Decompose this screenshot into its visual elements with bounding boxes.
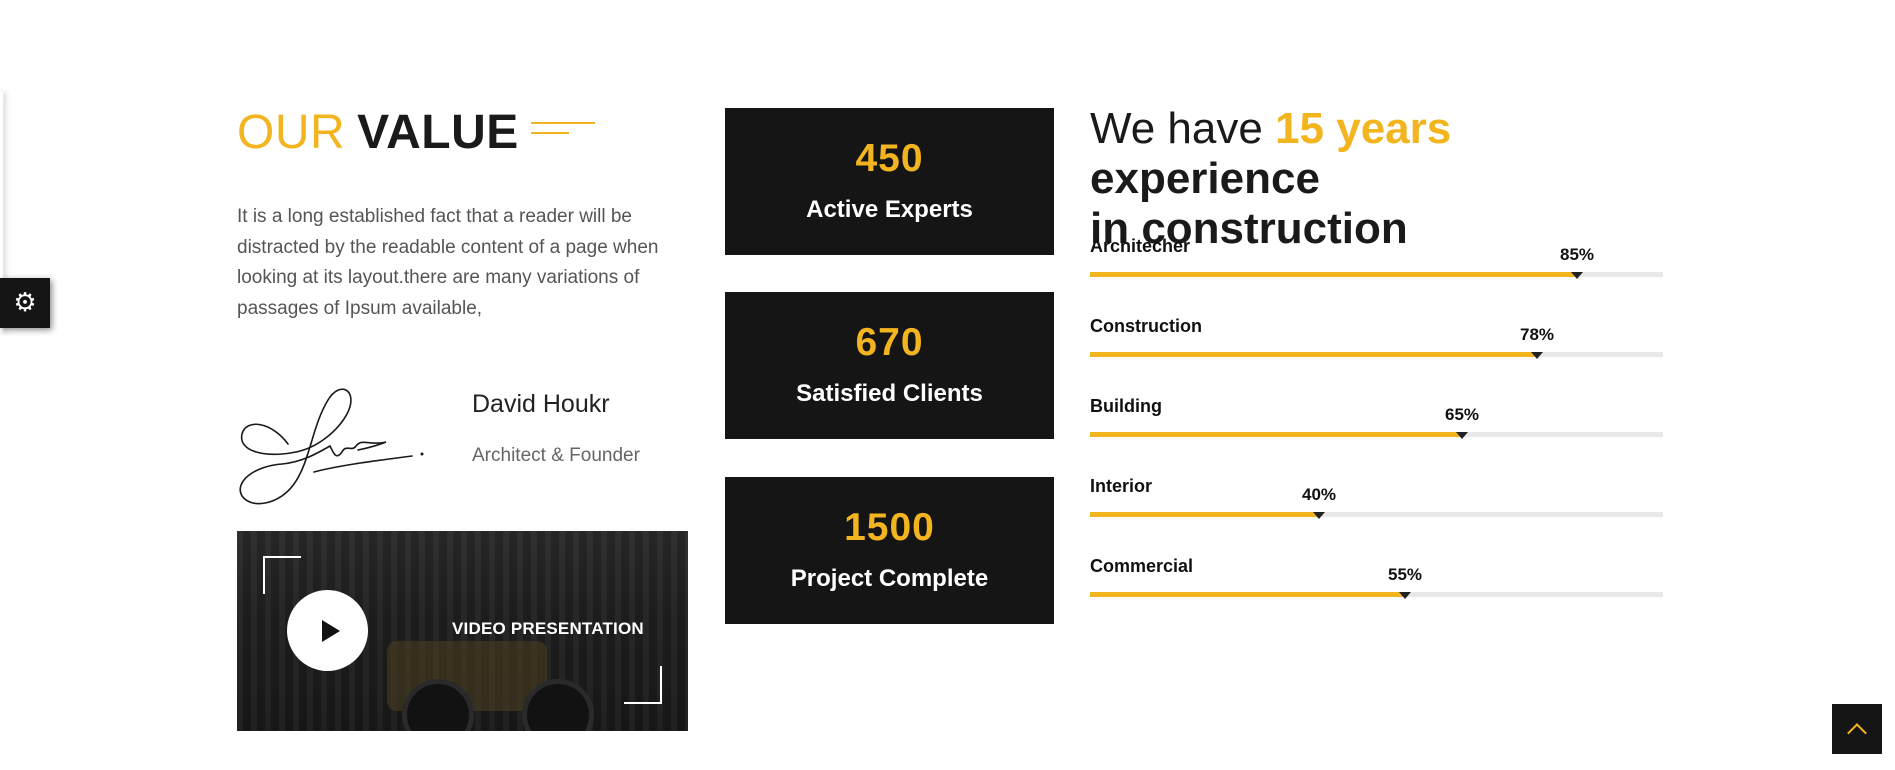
- skill-track: [1090, 432, 1663, 437]
- video-thumbnail[interactable]: VIDEO PRESENTATION: [237, 531, 688, 731]
- skill-name: Architecher: [1090, 236, 1191, 256]
- scroll-to-top-button[interactable]: [1832, 704, 1882, 754]
- signature-image: [239, 388, 424, 505]
- skill-name: Interior: [1090, 476, 1153, 496]
- skill-fill: [1090, 432, 1462, 437]
- skill-fill: [1090, 592, 1405, 597]
- skill-marker: [1456, 432, 1468, 439]
- skill-bar: Building 65%: [1090, 396, 1663, 446]
- frame-corner-bottom-right: [624, 666, 662, 704]
- skill-percent: 40%: [1301, 485, 1337, 504]
- chevron-up-icon: [1847, 723, 1867, 743]
- skill-marker: [1531, 352, 1543, 359]
- skill-marker: [1571, 272, 1583, 279]
- stat-card: 450 Active Experts: [725, 108, 1054, 255]
- experience-prefix: We have: [1090, 104, 1263, 153]
- experience-heading: We have 15 years experience in construct…: [1090, 104, 1690, 254]
- skill-name: Building: [1090, 396, 1162, 416]
- stat-label: Project Complete: [790, 565, 989, 592]
- skill-fill: [1090, 272, 1577, 277]
- play-button[interactable]: [287, 590, 368, 671]
- title-decoration: [530, 118, 595, 140]
- skill-marker: [1313, 512, 1325, 519]
- skill-name: Construction: [1090, 316, 1202, 336]
- stat-number: 450: [855, 137, 924, 180]
- skill-track: [1090, 512, 1663, 517]
- skill-bar: Construction 78%: [1090, 316, 1663, 366]
- video-label: VIDEO PRESENTATION: [452, 619, 644, 638]
- person-name: David Houkr: [472, 390, 610, 418]
- skill-marker: [1399, 592, 1411, 599]
- skill-percent: 85%: [1559, 245, 1595, 264]
- settings-button[interactable]: ⚙: [0, 278, 50, 328]
- skill-track: [1090, 592, 1663, 597]
- skill-percent: 55%: [1387, 565, 1423, 584]
- stat-label: Active Experts: [806, 196, 973, 223]
- skill-percent: 78%: [1519, 325, 1555, 344]
- stat-number: 670: [855, 321, 924, 364]
- skill-bar: Commercial 55%: [1090, 556, 1663, 606]
- skill-name: Commercial: [1090, 556, 1194, 576]
- experience-suffix: experience: [1090, 154, 1320, 203]
- skill-bar: Architecher 85%: [1090, 236, 1663, 286]
- stat-card: 670 Satisfied Clients: [725, 292, 1054, 439]
- skill-percent: 65%: [1444, 405, 1480, 424]
- play-icon: [321, 619, 340, 642]
- gear-icon: ⚙: [13, 288, 37, 318]
- skill-track: [1090, 352, 1663, 357]
- experience-highlight: 15 years: [1275, 104, 1452, 153]
- stat-label: Satisfied Clients: [796, 380, 983, 407]
- stat-number: 1500: [844, 506, 935, 549]
- skill-fill: [1090, 512, 1319, 517]
- intro-text: It is a long established fact that a rea…: [237, 206, 659, 319]
- stat-card: 1500 Project Complete: [725, 477, 1054, 624]
- skill-bar: Interior 40%: [1090, 476, 1663, 526]
- frame-corner-top-left: [263, 556, 301, 594]
- section-title-light: OUR: [237, 106, 346, 159]
- section-title-bold: VALUE: [357, 106, 519, 159]
- section-title: OUR VALUE: [237, 105, 595, 160]
- skill-fill: [1090, 352, 1537, 357]
- person-role: Architect & Founder: [472, 445, 640, 466]
